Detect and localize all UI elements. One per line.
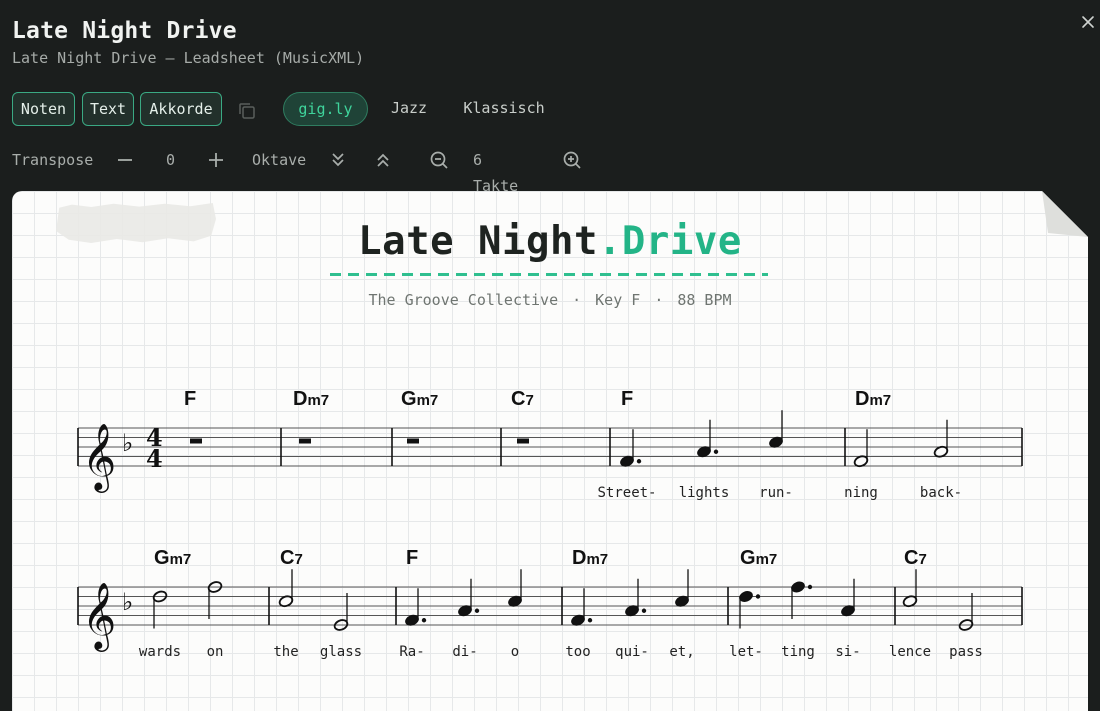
lyric-syllable: ting (781, 644, 815, 660)
lyric-syllable: run- (759, 485, 793, 501)
whole-rest (407, 438, 419, 444)
lyric-syllable: et, (669, 644, 694, 660)
octave-up-button[interactable] (375, 147, 391, 173)
transpose-up-button[interactable] (207, 147, 225, 173)
style-classic-button[interactable]: Klassisch (452, 92, 556, 124)
lyric-syllable: o (511, 644, 519, 660)
staff-system: 𝄞 ♭ 44F Dm7 Gm7 C7 FStreet-lights run-Dm7ning ba… (77, 388, 1023, 501)
close-icon (1082, 16, 1094, 28)
score-staves: 𝄞 ♭ 44F Dm7 Gm7 C7 FStreet-lights run-Dm7ning ba… (77, 388, 1023, 660)
lyric-syllable: si- (835, 644, 860, 660)
octave-down-button[interactable] (330, 147, 346, 173)
whole-rest (517, 438, 529, 444)
copy-icon (239, 103, 255, 119)
lyric-syllable: lights (679, 485, 730, 501)
transpose-value: 0 (166, 151, 176, 169)
chord-symbol: F (406, 547, 418, 569)
chord-symbol: C7 (904, 547, 927, 569)
augmentation-dot (713, 449, 719, 454)
chord-symbol: Gm7 (401, 388, 438, 410)
chord-symbol: F (184, 388, 196, 410)
chord-symbol: C7 (280, 547, 303, 569)
lyric-syllable: qui- (615, 644, 649, 660)
view-text-button[interactable]: Text (82, 92, 134, 126)
augmentation-dot (807, 584, 813, 590)
view-chords-button[interactable]: Akkorde (140, 92, 222, 126)
lyric-syllable: lence (889, 644, 931, 660)
zoom-out-icon (430, 151, 448, 169)
zoom-in-icon (563, 151, 581, 169)
lyric-syllable: Ra- (399, 644, 424, 660)
augmentation-dot (755, 594, 761, 599)
chord-symbol: Gm7 (154, 547, 191, 569)
lyric-syllable: di- (452, 644, 477, 660)
whole-rest (299, 438, 311, 444)
flat-sign-icon: ♭ (122, 588, 133, 616)
flat-sign-icon: ♭ (122, 429, 133, 457)
chord-symbol: Dm7 (855, 388, 891, 410)
chord-symbol: F (621, 388, 633, 410)
chord-symbol: Dm7 (572, 547, 608, 569)
treble-clef-icon: 𝄞 (82, 581, 116, 652)
chord-symbol: Gm7 (740, 547, 777, 569)
view-notes-button[interactable]: Noten (12, 92, 75, 126)
lyric-syllable: Street- (597, 485, 656, 501)
measures-count: 6 Takte (473, 151, 519, 195)
lyric-syllable: pass (949, 644, 983, 660)
staff-system: 𝄞 ♭ Gm7 wards on C7 the glass F Ra-di-o Dm7 too qui-… (77, 547, 1023, 660)
style-jazz-button[interactable]: Jazz (380, 92, 438, 124)
lyric-syllable: back- (920, 485, 962, 501)
augmentation-dot (474, 608, 480, 613)
lyric-syllable: too (565, 644, 590, 660)
app-title: Late Night Drive (12, 18, 237, 44)
lyric-syllable: on (207, 644, 224, 660)
zoom-in-button[interactable] (562, 147, 582, 173)
app-subtitle: Late Night Drive — Leadsheet (MusicXML) (12, 49, 365, 67)
chevrons-down-icon (332, 153, 344, 167)
transpose-label: Transpose (12, 151, 94, 169)
lyric-syllable: glass (320, 644, 362, 660)
augmentation-dot (587, 618, 593, 623)
octave-label: Oktave (252, 151, 307, 169)
augmentation-dot (421, 618, 427, 623)
copy-button[interactable] (236, 100, 258, 122)
chord-symbol: C7 (511, 388, 534, 410)
augmentation-dot (641, 608, 647, 613)
treble-clef-icon: 𝄞 (82, 422, 116, 493)
whole-rest (190, 438, 202, 444)
lyric-syllable: wards (139, 644, 181, 660)
chevrons-up-icon (377, 153, 389, 167)
chord-symbol: Dm7 (293, 388, 329, 410)
augmentation-dot (636, 459, 642, 464)
plus-icon (209, 153, 223, 167)
lyric-syllable: the (273, 644, 298, 660)
minus-icon (118, 159, 132, 161)
style-gigly-button[interactable]: gig.ly (283, 92, 368, 126)
lyric-syllable: ning (844, 485, 878, 501)
zoom-out-button[interactable] (429, 147, 449, 173)
time-signature-denominator: 4 (146, 444, 163, 473)
transpose-down-button[interactable] (116, 147, 134, 173)
sheet-music-canvas: Late Night.Drive The Groove Collective · K… (12, 191, 1088, 711)
lyric-syllable: let- (729, 644, 763, 660)
close-button[interactable] (1077, 11, 1099, 33)
